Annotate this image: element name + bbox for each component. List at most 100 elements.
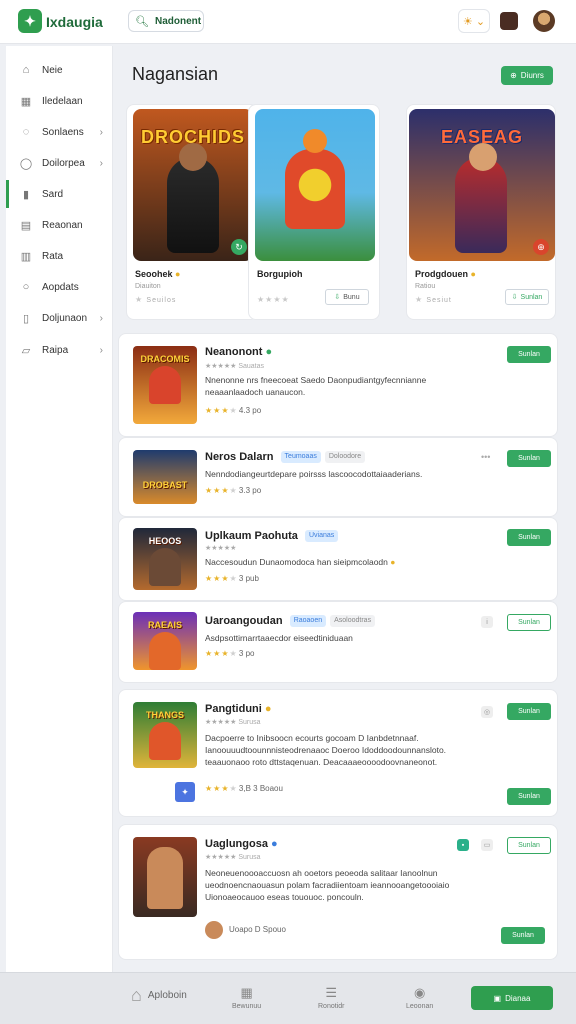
item-subtitle: ★★★★★ Sauatas [205, 363, 265, 370]
bottom-nav-label: Leoonan [406, 1003, 434, 1010]
game-name: Borgupioh [257, 269, 303, 279]
grid-icon: ▦ [20, 95, 32, 108]
search-field[interactable]: 🔍︎ Nadonent [128, 10, 204, 32]
game-thumbnail [133, 837, 197, 917]
item-rating: ★★★★ 3.3 po [205, 486, 262, 495]
sun-icon[interactable]: ☀ ⌄ [458, 9, 490, 33]
plus-icon: ⊕ [510, 71, 517, 80]
list-item[interactable]: THANGS ✦ Pangtiduni ● ★★★★★ Surusa Dacpo… [118, 689, 558, 817]
sidebar-item-label: Aopdats [42, 281, 79, 293]
get-button[interactable]: Sunlan [507, 346, 551, 363]
more-icon[interactable]: ••• [481, 452, 490, 462]
item-description: Dacpoerre to Inibsoocn ecourts gocoam D … [205, 733, 447, 767]
search-label: Nadonent [154, 15, 202, 27]
sidebar-item-5[interactable]: ▤ Reaonan [6, 211, 113, 239]
home-icon: ⌂ [131, 985, 142, 1005]
item-rating: ★★★★ 3 pub [205, 574, 259, 583]
game-subtitle: Ratiou [415, 283, 436, 290]
compass-icon: ◉ [413, 985, 426, 1000]
get-button[interactable]: Sunlan [507, 529, 551, 546]
bottom-nav-item[interactable]: ▦ Bewunuu [232, 985, 261, 1010]
app-logo-icon[interactable]: ✦ [18, 9, 42, 33]
rating-stars: ★ Seuilos [135, 295, 177, 304]
featured-card[interactable]: DROCHIDS ↻ Seoohek ● Diauiton ★ Seuilos [126, 104, 258, 320]
game-cover-image [255, 109, 375, 261]
info-icon[interactable]: ▭ [481, 839, 493, 851]
developer-avatar [205, 921, 223, 939]
item-subtitle: ★★★★★ Surusa [205, 854, 261, 861]
bottom-nav-item[interactable]: ☰ Ronotidr [318, 985, 344, 1010]
calendar-icon: ▦ [240, 985, 253, 1000]
list-item[interactable]: RAEAIS Uaroangoudan Raoaoen Asoloodtras A… [118, 601, 558, 683]
bottom-nav-item[interactable]: ◉ Leoonan [406, 985, 433, 1010]
download-icon: ▣ [493, 993, 502, 1003]
featured-card[interactable]: Borgupioh ★★★★ ⇩ Bunu [248, 104, 380, 320]
sidebar-item-6[interactable]: ▥ Rata [6, 242, 113, 270]
item-title: Uaroangoudan Raoaoen Asoloodtras [205, 615, 376, 628]
item-rating: ★★★★ 4.3 po [205, 406, 262, 415]
bar-icon: ▮ [22, 188, 30, 201]
item-description: Naccesoudun Dunaomodoca han sieipmcolaod… [205, 557, 396, 567]
get-button[interactable]: Sunlan [507, 614, 551, 631]
sidebar-item-2[interactable]: ◌ Sonlaens › [6, 118, 113, 146]
refresh-icon: ↻ [231, 239, 247, 255]
thumbnail-title: DRACOMIS [140, 354, 190, 364]
sidebar-item-9[interactable]: ▱ Raipa › [6, 336, 113, 364]
tag-badge: Teumoaas [280, 451, 321, 464]
install-button[interactable]: Sunlan [501, 927, 545, 944]
doc-icon: ▯ [22, 312, 30, 325]
sidebar-item-7[interactable]: ○ Aopdats [6, 273, 113, 301]
get-button[interactable]: Sunlan [507, 450, 551, 467]
home-icon: ⌂ [22, 64, 30, 76]
get-button[interactable]: Sunlan [507, 703, 551, 720]
sidebar-item-8[interactable]: ▯ Doljunaon › [6, 304, 113, 332]
notification-avatar[interactable] [500, 12, 518, 30]
thumbnail-title: DROBAST [142, 480, 188, 490]
info-icon[interactable]: i [481, 616, 493, 628]
sidebar-item-label: Raipa [42, 344, 69, 356]
cta-label: Dianaa [505, 993, 531, 1003]
item-description: Nenndodiangeurtdepare poirsss lascoocodo… [205, 469, 423, 479]
list-item[interactable]: HEOOS Uplkaum Paohuta Uvianas ★★★★★ Nacc… [118, 517, 558, 601]
item-title: Pangtiduni ● [205, 703, 272, 715]
game-thumbnail: DROBAST [133, 450, 197, 504]
sidebar-item-label: Sonlaens [42, 126, 84, 138]
bottom-nav-home[interactable]: ⌂ Aploboin [131, 985, 187, 1006]
game-name: Prodgdouen ● [415, 269, 476, 279]
tag-badge: Asoloodtras [330, 615, 376, 628]
info-icon[interactable]: ◎ [481, 706, 493, 718]
game-thumbnail: HEOOS [133, 528, 197, 590]
app-store-icon: ✦ [175, 782, 195, 802]
primary-action-button[interactable]: ⊕ Diunrs [501, 66, 553, 85]
cta-button[interactable]: ▣ Dianaa [471, 986, 553, 1010]
primary-action-label: Diunrs [520, 71, 544, 80]
install-button[interactable]: Sunlan [507, 788, 551, 805]
sidebar-item-label: Doilorpea [42, 157, 85, 169]
item-description: Asdpsottirnarrtaaecdor eiseedtiniduaan [205, 633, 353, 643]
main-content: Nagansian ⊕ Diunrs DROCHIDS ↻ Seoohek ● … [118, 46, 570, 972]
building-icon: ▤ [20, 219, 32, 232]
game-thumbnail: THANGS [133, 702, 197, 768]
get-button[interactable]: Sunlan [507, 837, 551, 854]
list-item[interactable]: DROBAST Neros Dalarn Teumoaas Doloodore N… [118, 437, 558, 517]
game-thumbnail: DRACOMIS [133, 346, 197, 424]
tag-badge: Raoaoen [289, 615, 327, 628]
sidebar-item-3[interactable]: ◯ Doilorpea › [6, 149, 113, 177]
sidebar-item-1[interactable]: ▦ Iledelaan [6, 87, 113, 115]
table-icon: ▥ [20, 250, 32, 263]
item-title: Uplkaum Paohuta Uvianas [205, 530, 339, 543]
list-item[interactable]: DRACOMIS Neanonont ● ★★★★★ Sauatas Nneno… [118, 333, 558, 437]
chevron-right-icon: › [99, 157, 103, 169]
bottom-navigation: ⌂ Aploboin ▦ Bewunuu ☰ Ronotidr ◉ Leoona… [0, 972, 576, 1024]
list-item[interactable]: Uaglungosa ● ★★★★★ Surusa Neoneuenoooacc… [118, 824, 558, 960]
sidebar-item-label: Rata [42, 250, 64, 262]
user-avatar[interactable] [533, 10, 555, 32]
shield-icon: ◯ [19, 157, 33, 170]
game-name: Seoohek ● [135, 269, 181, 279]
sidebar-item-4[interactable]: ▮ Sard [6, 180, 113, 208]
sidebar-item-0[interactable]: ⌂ Neie [6, 56, 113, 84]
featured-card[interactable]: EASEAG ⊕ Prodgdouen ● Ratiou ★ Sesiut ⇩ … [406, 104, 556, 320]
get-button[interactable]: ⇩ Sunlan [505, 289, 549, 305]
badge-icon: ⊕ [533, 239, 549, 255]
get-button[interactable]: ⇩ Bunu [325, 289, 369, 305]
